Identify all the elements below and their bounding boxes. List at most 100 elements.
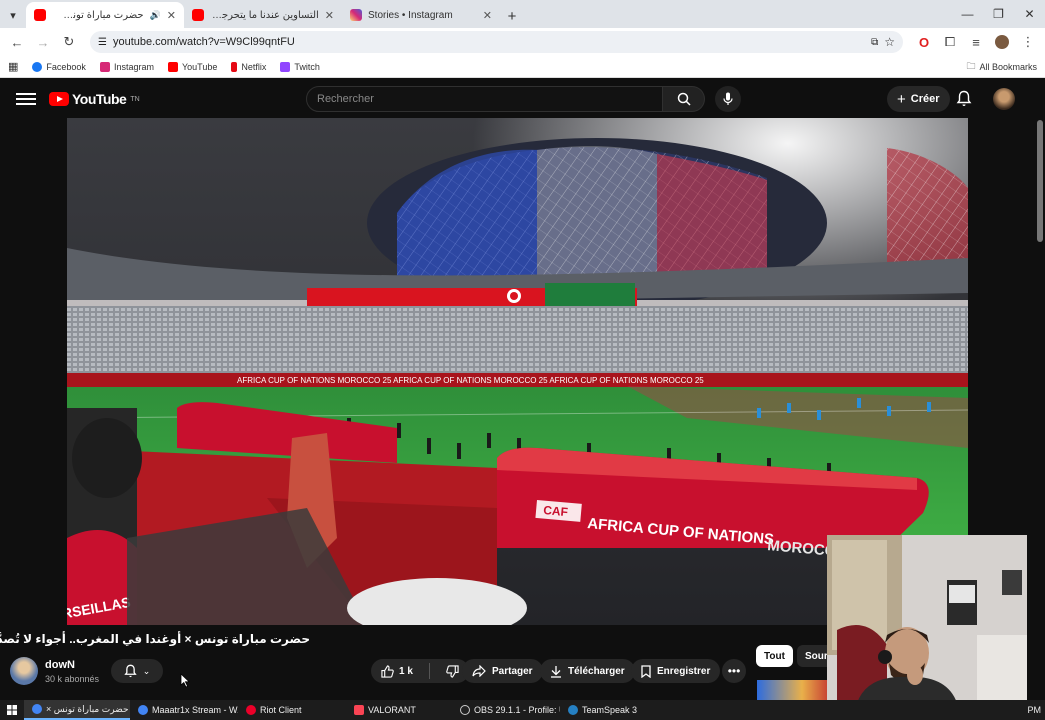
tab-search-button[interactable]: ▾ [0, 2, 26, 28]
close-window-icon[interactable]: ✕ [1014, 0, 1045, 28]
like-divider [428, 663, 430, 679]
youtube-icon [192, 9, 204, 21]
page-scrollbar[interactable] [1035, 118, 1045, 700]
plus-icon: + [897, 90, 906, 108]
share-arrow-icon [472, 665, 486, 677]
search-input[interactable]: Rechercher [306, 86, 663, 112]
bookmark-facebook[interactable]: Facebook [32, 61, 86, 72]
bookmark-instagram[interactable]: Instagram [99, 61, 154, 72]
save-button[interactable]: Enregistrer [631, 659, 721, 683]
bookmark-label: Netflix [241, 61, 267, 72]
search-button[interactable] [663, 86, 705, 112]
windows-start-icon[interactable] [0, 705, 24, 715]
bookmark-twitch[interactable]: Twitch [280, 61, 320, 72]
create-button[interactable]: + Créer [887, 86, 950, 112]
save-label: Enregistrer [657, 665, 711, 677]
extensions-icon[interactable]: ⧠ [939, 31, 961, 53]
youtube-logo-text: YouTube [72, 91, 127, 107]
close-tab-icon[interactable]: ✕ [483, 9, 492, 22]
tab-instagram[interactable]: Stories • Instagram ✕ [342, 2, 500, 28]
twitch-icon [280, 61, 291, 72]
os-taskbar: حضرت مباراة تونس × Maaatr1x Stream - W..… [0, 700, 1045, 720]
hamburger-menu-icon[interactable] [16, 93, 36, 105]
channel-avatar[interactable] [10, 657, 38, 685]
subscription-bell-button[interactable]: ⌄ [111, 659, 163, 683]
all-bookmarks-label: All Bookmarks [979, 61, 1037, 72]
chevron-down-icon: ⌄ [142, 665, 151, 676]
tab-youtube-other[interactable]: التساوين عندنا ما يتحرجش غير لما ✕ [184, 2, 342, 28]
notifications-bell-icon[interactable] [956, 90, 972, 112]
share-button[interactable]: Partager [462, 659, 543, 683]
share-label: Partager [492, 665, 533, 677]
like-button[interactable]: 1 k [371, 659, 423, 683]
restore-icon[interactable]: ❐ [983, 0, 1014, 28]
instagram-icon [99, 61, 110, 72]
bookmark-label: Instagram [113, 61, 154, 72]
youtube-play-icon [49, 92, 69, 106]
taskbar-label: OBS 29.1.1 - Profile: U... [474, 705, 560, 715]
more-actions-button[interactable]: ••• [722, 659, 746, 683]
all-bookmarks[interactable]: 🗀 All Bookmarks [966, 59, 1037, 75]
apps-grid-icon[interactable]: ▦ [8, 60, 18, 73]
riot-client-icon [246, 705, 256, 715]
forward-icon[interactable]: → [32, 31, 54, 53]
profile-avatar[interactable] [991, 31, 1013, 53]
youtube-logo[interactable]: YouTube TN [49, 91, 140, 107]
scrollbar-thumb[interactable] [1037, 120, 1043, 242]
teamspeak-icon [568, 705, 578, 715]
channel-name[interactable]: dowN [45, 659, 75, 671]
bookmark-label: YouTube [181, 61, 218, 72]
taskbar-item-riot-client[interactable]: Riot Client [238, 700, 346, 720]
youtube-header: YouTube TN Rechercher + Créer [0, 80, 1045, 118]
media-controls-icon[interactable]: ≡ [965, 31, 987, 53]
opera-extension-icon[interactable]: O [913, 31, 935, 53]
reload-icon[interactable]: ↻ [58, 31, 80, 53]
youtube-icon [167, 61, 178, 72]
taskbar-item-stream[interactable]: Maaatr1x Stream - W... [130, 700, 238, 720]
recommended-video-thumbnail[interactable] [757, 680, 832, 700]
minimize-icon[interactable]: — [952, 0, 983, 28]
download-button[interactable]: Télécharger [540, 659, 635, 683]
address-bar[interactable]: ☰ youtube.com/watch?v=W9Cl99qntFU ⧉ ☆ [90, 31, 903, 53]
voice-search-button[interactable] [715, 86, 741, 112]
close-tab-icon[interactable]: ✕ [167, 9, 176, 22]
search-icon [677, 92, 691, 106]
bookmark-label: Facebook [46, 61, 86, 72]
bookmark-save-icon [641, 664, 651, 678]
close-tab-icon[interactable]: ✕ [325, 9, 334, 22]
taskbar-item-valorant[interactable]: VALORANT [346, 700, 452, 720]
chrome-icon [138, 705, 148, 715]
tab-title: Stories • Instagram [368, 9, 453, 21]
new-tab-button[interactable]: + [500, 4, 524, 28]
taskbar-item-teamspeak[interactable]: TeamSpeak 3 [560, 700, 660, 720]
cast-icon[interactable]: ⧉ [871, 37, 878, 48]
bookmark-youtube[interactable]: YouTube [167, 61, 218, 72]
account-avatar[interactable] [993, 88, 1015, 110]
window-controls: — ❐ ✕ [952, 0, 1045, 28]
folder-icon: 🗀 [966, 60, 976, 71]
tab-youtube-video[interactable]: حضرت مباراة تونس × أوغندا 🔊 ✕ [26, 2, 184, 28]
facebook-icon [32, 61, 43, 72]
subscriber-count: 30 k abonnés [45, 674, 100, 684]
bookmark-star-icon[interactable]: ☆ [884, 35, 895, 49]
webcam-feed [827, 535, 1027, 703]
menu-kebab-icon[interactable]: ⋮ [1017, 31, 1039, 53]
audio-icon[interactable]: 🔊 [150, 10, 161, 21]
more-horizontal-icon: ••• [727, 664, 741, 678]
url-text[interactable]: youtube.com/watch?v=W9Cl99qntFU [113, 36, 865, 48]
taskbar-clock: PM [1027, 705, 1042, 715]
chip-all[interactable]: Tout [756, 645, 793, 667]
back-icon[interactable]: ← [6, 31, 28, 53]
taskbar-item-obs[interactable]: OBS 29.1.1 - Profile: U... [452, 700, 560, 720]
caf-logo-text: CAF [543, 503, 569, 519]
taskbar-item-chrome[interactable]: حضرت مباراة تونس × [24, 700, 130, 720]
browser-toolbar: ← → ↻ ☰ youtube.com/watch?v=W9Cl99qntFU … [0, 28, 1045, 56]
webcam-overlay [827, 535, 1027, 703]
download-icon [551, 665, 561, 678]
thumbs-down-icon [446, 664, 459, 678]
browser-tabstrip: ▾ حضرت مباراة تونس × أوغندا 🔊 ✕ التساوين… [0, 0, 1045, 28]
bookmarks-bar: ▦ Facebook Instagram YouTube Netflix Twi… [0, 56, 1045, 78]
bell-icon [124, 664, 137, 678]
site-info-icon[interactable]: ☰ [98, 37, 107, 48]
bookmark-netflix[interactable]: Netflix [231, 61, 267, 72]
